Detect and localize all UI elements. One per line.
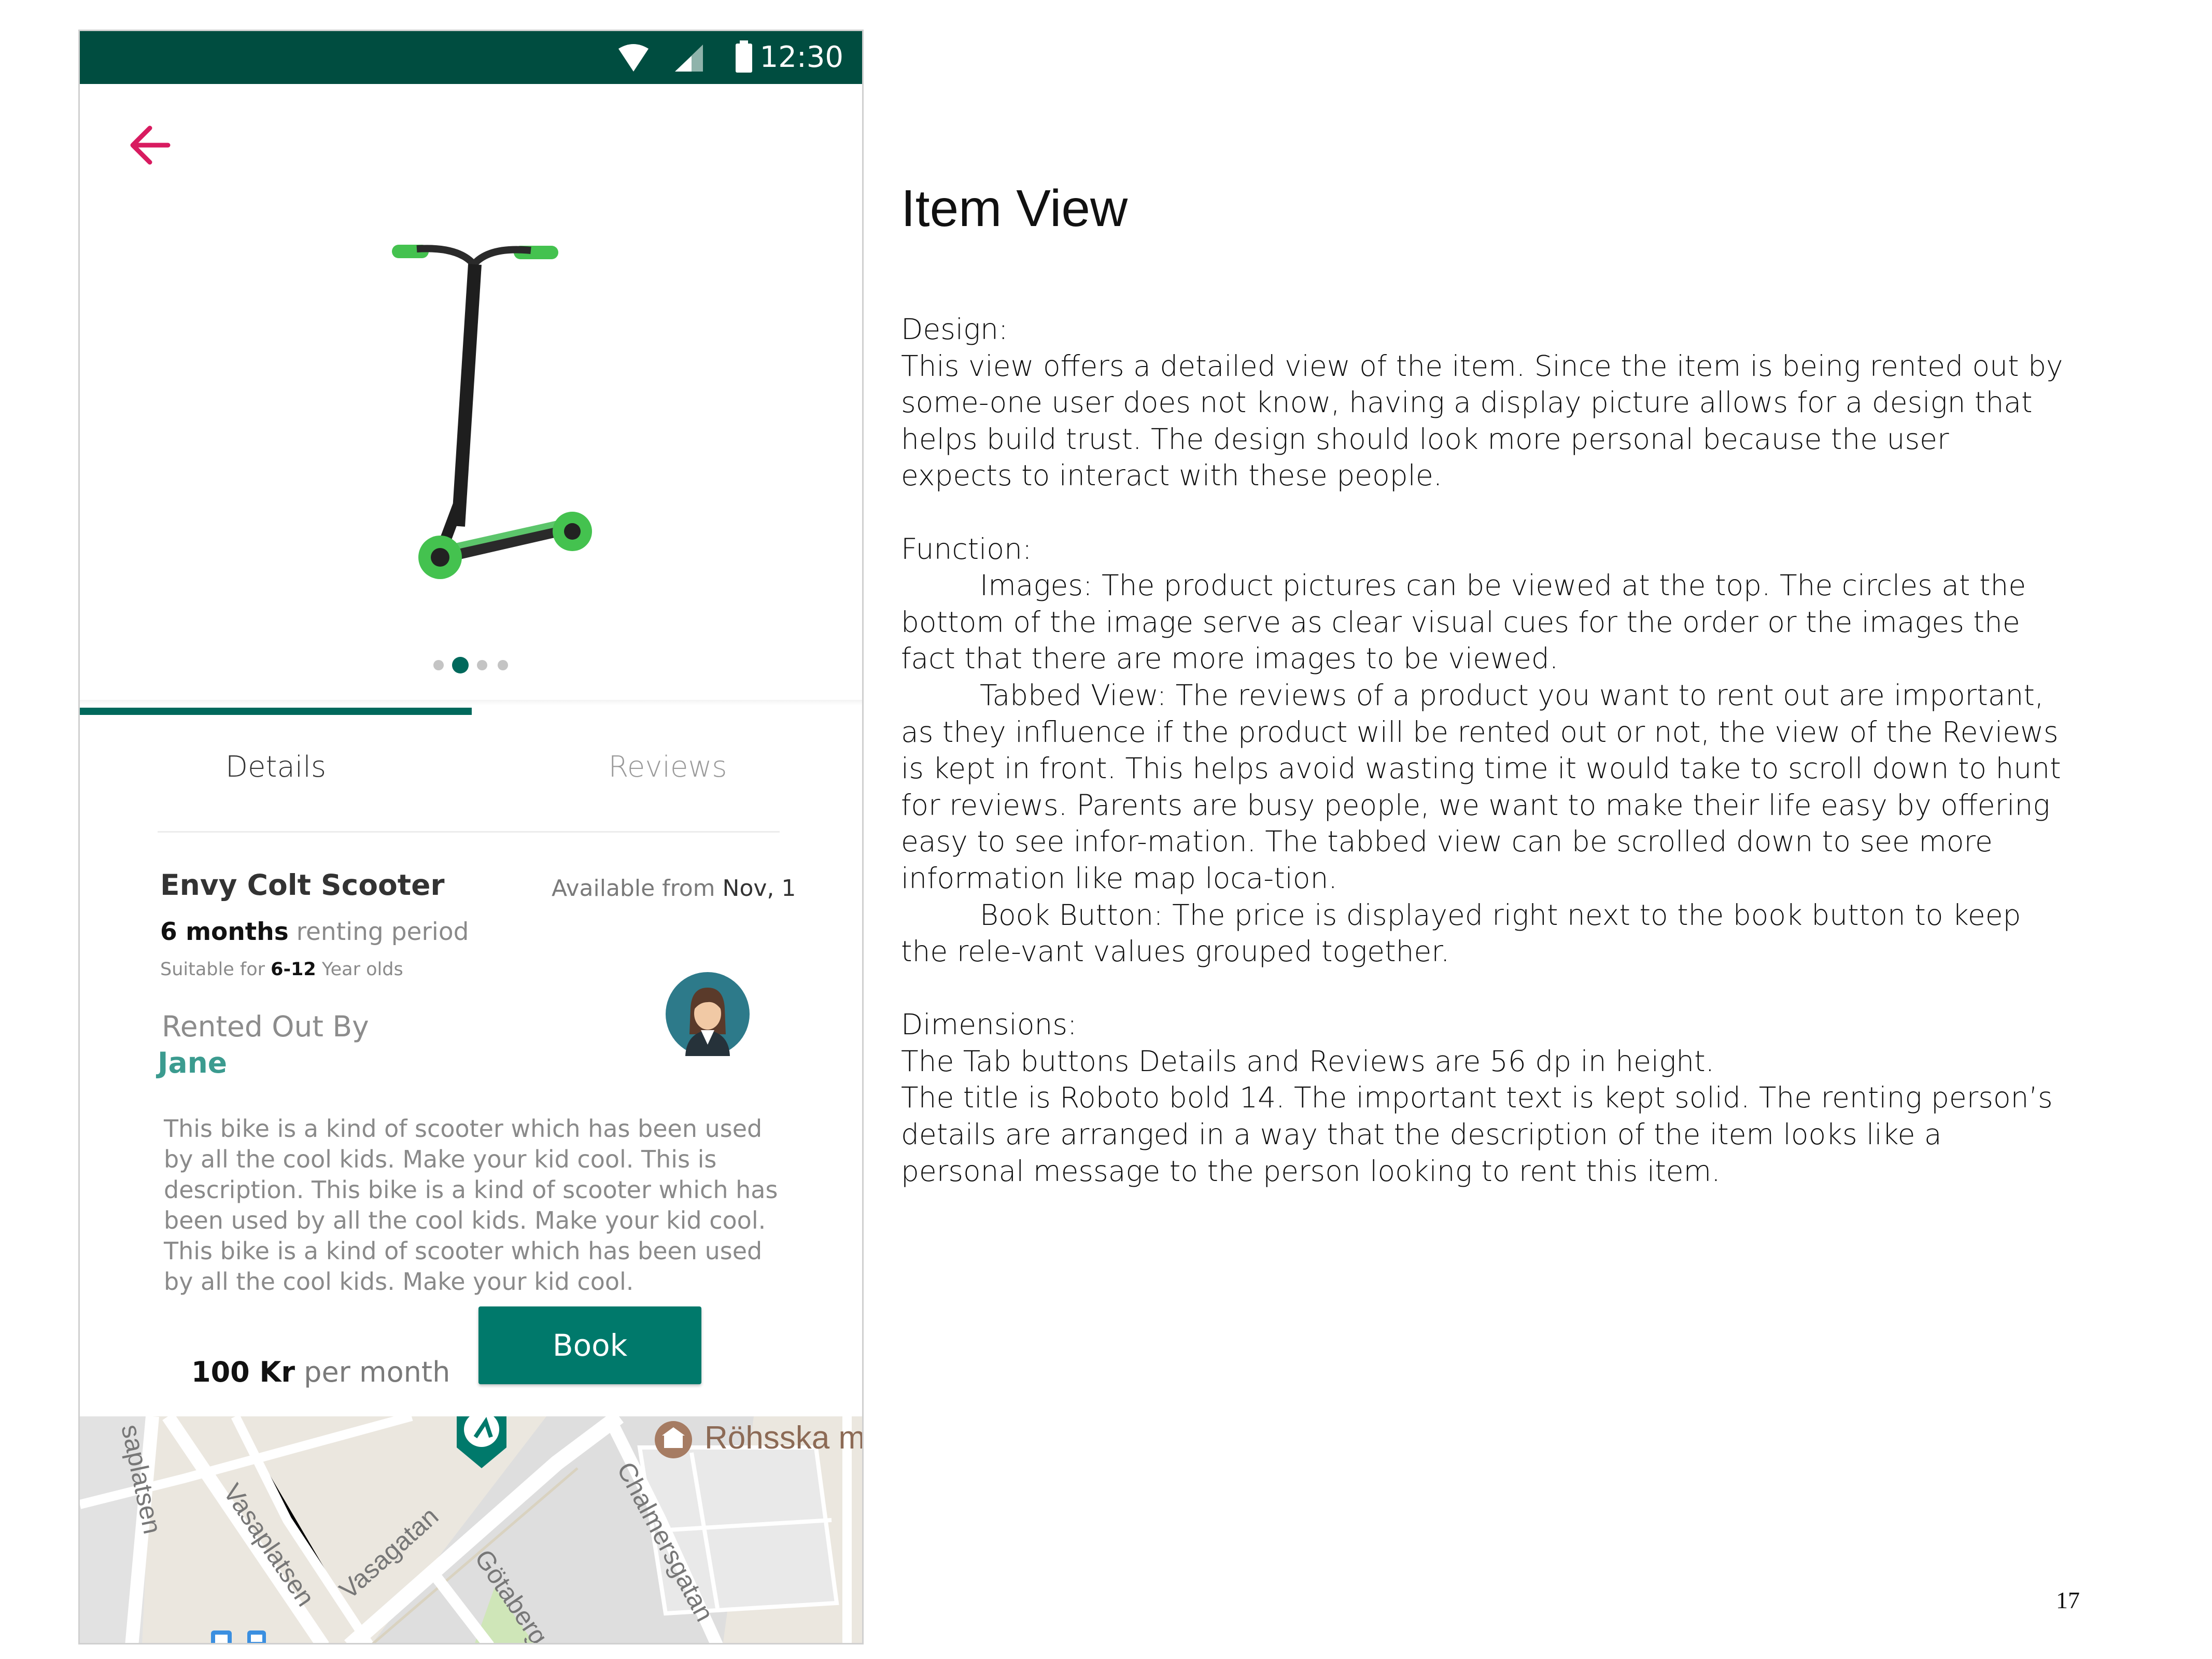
function-heading: Function: [901,532,1032,566]
renting-period: 6 months renting period [160,918,469,946]
back-arrow-icon[interactable] [121,117,178,174]
book-button[interactable]: Book [478,1306,701,1384]
design-text: This view offers a detailed view of the … [901,349,2063,493]
transit-icon[interactable] [247,1630,266,1644]
suitable-prefix: Suitable for [160,959,265,980]
pager-dot-active[interactable] [452,657,469,673]
pager-dot[interactable] [498,660,508,670]
dimensions-heading: Dimensions: [901,1008,1077,1042]
price-unit: per month [304,1356,450,1388]
rented-by-label: Rented Out By [162,1010,369,1043]
phone-screen: 12:30 Details Reviews Envy Colt Scooter … [78,30,864,1644]
document-body: Design: This view offers a detailed view… [901,311,2067,1189]
museum-icon[interactable] [655,1421,692,1458]
available-date: Nov, 1 [722,875,796,902]
renting-label: renting period [296,918,469,946]
availability-text: Available from Nov, 1 [552,875,796,902]
item-description: This bike is a kind of scooter which has… [164,1115,778,1296]
tab-indicator [80,708,472,715]
suitable-suffix: Year olds [321,959,403,980]
available-label: Available from [552,875,715,902]
location-map[interactable]: Röhsska mu saplatsen Vasaplatsen Vasagat… [80,1416,864,1644]
tab-divider [158,831,780,833]
dimensions-text-2: The title is Roboto bold 14. The importa… [901,1081,2053,1188]
pager-dot[interactable] [477,660,487,670]
tab-bar: Details Reviews [80,700,862,835]
price-text: 100 Kr per month [191,1356,450,1388]
suitable-age: Suitable for 6-12 Year olds [160,959,403,980]
product-image-scooter[interactable] [381,215,671,609]
document-title: Item View [901,179,1128,237]
status-bar: 12:30 [80,31,862,84]
battery-icon [736,40,752,73]
renting-duration: 6 months [160,918,289,946]
pager-dot[interactable] [433,660,444,670]
function-book-text: Book Button: The price is displayed righ… [901,898,2021,968]
map-poi-label: Röhsska mu [705,1420,864,1456]
price-amount: 100 Kr [191,1356,295,1388]
tab-reviews[interactable]: Reviews [472,741,862,793]
status-time: 12:30 [759,40,843,74]
function-images-text: Images: The product pictures can be view… [901,569,2026,676]
dimensions-text-1: The Tab buttons Details and Reviews are … [901,1044,1715,1078]
tab-bar-shadow [80,700,862,705]
owner-avatar[interactable] [666,972,750,1056]
wifi-icon [618,44,649,72]
age-range: 6-12 [271,959,316,980]
tab-details[interactable]: Details [80,741,472,793]
item-title: Envy Colt Scooter [160,868,445,902]
page-number: 17 [2056,1587,2080,1613]
owner-name-link[interactable]: Jane [158,1046,227,1079]
function-tabbed-text: Tabbed View: The reviews of a product yo… [901,678,2061,895]
cell-signal-icon [675,45,703,72]
bus-stop-icon[interactable] [211,1630,232,1644]
design-heading: Design: [901,313,1008,346]
